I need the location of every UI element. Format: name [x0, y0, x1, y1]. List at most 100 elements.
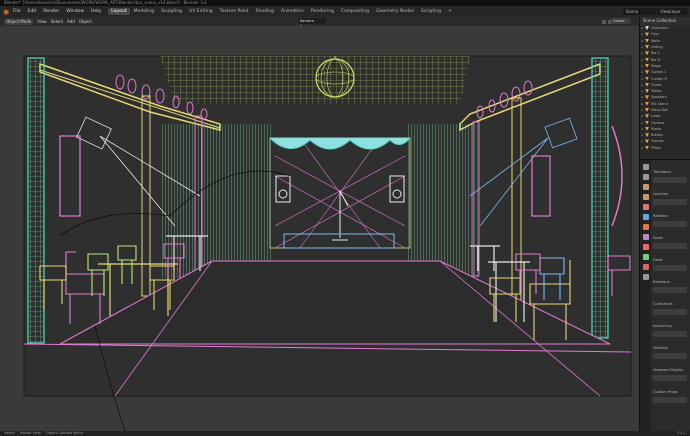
- object-data-icon: [645, 126, 649, 131]
- expand-arrow-icon[interactable]: ▸: [640, 114, 645, 118]
- right-curtain: [408, 124, 478, 278]
- properties-section-label[interactable]: Viewport Display: [653, 368, 683, 372]
- outliner-item-label: Curtain L: [651, 70, 667, 75]
- properties-value-field[interactable]: [653, 353, 687, 359]
- workspace-tab-modeling[interactable]: Modeling: [131, 8, 157, 15]
- visibility-icon[interactable]: [602, 19, 606, 24]
- expand-arrow-icon[interactable]: ▸: [640, 32, 645, 36]
- expand-arrow-icon[interactable]: ▸: [640, 133, 645, 137]
- properties-tab-icon[interactable]: [642, 254, 649, 260]
- menu-render[interactable]: Render: [43, 9, 59, 14]
- outliner-item-label: Tables: [651, 89, 662, 94]
- add-menu[interactable]: Add: [67, 19, 75, 24]
- properties-value-field[interactable]: [653, 177, 687, 183]
- object-mode-dropdown[interactable]: Object Mode: [4, 18, 34, 25]
- expand-arrow-icon[interactable]: ▸: [640, 139, 645, 143]
- properties-value-field[interactable]: [653, 287, 687, 293]
- properties-section-label[interactable]: Instancing: [653, 324, 672, 328]
- menu-help[interactable]: Help: [91, 9, 101, 14]
- version-label: 3.4.1: [677, 431, 686, 435]
- expand-arrow-icon[interactable]: ▸: [640, 70, 645, 74]
- workspace-tab-shading[interactable]: Shading: [253, 8, 277, 15]
- outliner-item[interactable]: ▸ Pillars: [640, 145, 690, 151]
- 3d-viewport[interactable]: Object Mode View Select Add Object Kamer…: [0, 17, 639, 431]
- workspace-tab-uv-editing[interactable]: UV Editing: [186, 8, 215, 15]
- properties-section-label[interactable]: Collections: [653, 302, 673, 306]
- shading-dropdown[interactable]: Global: [611, 18, 631, 24]
- expand-arrow-icon[interactable]: ▸: [640, 45, 645, 49]
- properties-tab-icon[interactable]: [642, 244, 649, 250]
- properties-value-field[interactable]: [653, 243, 687, 249]
- properties-tab-icon[interactable]: [642, 164, 649, 170]
- view-layer-selector[interactable]: ViewLayer: [657, 8, 688, 15]
- properties-value-field[interactable]: [653, 397, 687, 403]
- properties-section-label[interactable]: Custom Props: [653, 390, 678, 394]
- wireframe-scene[interactable]: [0, 26, 639, 431]
- properties-tab-icon[interactable]: [642, 194, 649, 200]
- properties-tab-icon[interactable]: [642, 234, 649, 240]
- workspace-tab-scripting[interactable]: Scripting: [418, 8, 444, 15]
- workspace-tab-animation[interactable]: Animation: [278, 8, 307, 15]
- workspace-tab-sculpting[interactable]: Sculpting: [158, 8, 185, 15]
- workspace-tab-layout[interactable]: Layout: [108, 8, 130, 15]
- outliner-item-label: Collection: [651, 26, 668, 31]
- expand-arrow-icon[interactable]: ▸: [640, 39, 645, 43]
- workspace-tab-rendering[interactable]: Rendering: [308, 8, 337, 15]
- properties-tab-icon[interactable]: [642, 274, 649, 280]
- menu-window[interactable]: Window: [66, 9, 84, 14]
- properties-tab-icon[interactable]: [642, 174, 649, 180]
- properties-section-label[interactable]: Rotation: [653, 214, 668, 218]
- properties-section-label[interactable]: Transform: [653, 170, 671, 174]
- object-data-icon: [645, 89, 649, 94]
- properties-section-label[interactable]: Scale: [653, 236, 663, 240]
- properties-tab-icon[interactable]: [642, 224, 649, 230]
- active-camera-field[interactable]: Kamera Basics: [298, 18, 326, 29]
- blender-logo-icon[interactable]: ◉: [2, 8, 10, 16]
- expand-arrow-icon[interactable]: ▸: [640, 64, 645, 68]
- properties-section-label[interactable]: Visibility: [653, 346, 668, 350]
- expand-arrow-icon[interactable]: ▸: [640, 89, 645, 93]
- object-data-icon: [645, 95, 649, 100]
- properties-value-field[interactable]: [653, 199, 687, 205]
- properties-section-label[interactable]: Location: [653, 192, 668, 196]
- object-menu[interactable]: Object: [79, 19, 92, 24]
- expand-arrow-icon[interactable]: ▸: [640, 77, 645, 81]
- outliner-item-label: Stage: [651, 63, 661, 68]
- object-data-icon: [645, 45, 649, 50]
- view-menu[interactable]: View: [37, 19, 47, 24]
- workspace-tab-geometry-nodes[interactable]: Geometry Nodes: [373, 8, 417, 15]
- expand-arrow-icon[interactable]: ▸: [640, 121, 645, 125]
- scene-selector[interactable]: Scene: [623, 8, 656, 15]
- properties-tab-icon[interactable]: [642, 264, 649, 270]
- expand-arrow-icon[interactable]: ▸: [640, 108, 645, 112]
- properties-value-field[interactable]: [653, 309, 687, 315]
- expand-arrow-icon[interactable]: ▸: [640, 26, 645, 30]
- menu-file[interactable]: File: [13, 9, 21, 14]
- properties-value-field[interactable]: [653, 221, 687, 227]
- outliner-item-label: Bar L: [651, 51, 660, 56]
- workspace-tab-texture-paint[interactable]: Texture Paint: [217, 8, 252, 15]
- menu-edit[interactable]: Edit: [28, 9, 37, 14]
- top-menubar: ◉ File Edit Render Window Help Layout Mod…: [0, 6, 690, 17]
- properties-tab-icon[interactable]: [642, 214, 649, 220]
- add-workspace-button[interactable]: +: [445, 8, 455, 15]
- expand-arrow-icon[interactable]: ▸: [640, 146, 645, 150]
- select-menu[interactable]: Select: [51, 19, 63, 24]
- object-data-icon: [645, 82, 649, 87]
- expand-arrow-icon[interactable]: ▸: [640, 127, 645, 131]
- properties-value-field[interactable]: [653, 265, 687, 271]
- properties-value-field[interactable]: [653, 331, 687, 337]
- properties-tab-icon[interactable]: [642, 204, 649, 210]
- outliner-item-label: Ceiling: [651, 45, 663, 50]
- expand-arrow-icon[interactable]: ▸: [640, 102, 645, 106]
- expand-arrow-icon[interactable]: ▸: [640, 95, 645, 99]
- expand-arrow-icon[interactable]: ▸: [640, 83, 645, 87]
- properties-tabs: [640, 160, 651, 432]
- expand-arrow-icon[interactable]: ▸: [640, 58, 645, 62]
- expand-arrow-icon[interactable]: ▸: [640, 51, 645, 55]
- properties-value-field[interactable]: [653, 375, 687, 381]
- properties-tab-icon[interactable]: [642, 184, 649, 190]
- properties-section-label[interactable]: Delta: [653, 258, 663, 262]
- workspace-tab-compositing[interactable]: Compositing: [338, 8, 372, 15]
- properties-section-label[interactable]: Relations: [653, 280, 670, 284]
